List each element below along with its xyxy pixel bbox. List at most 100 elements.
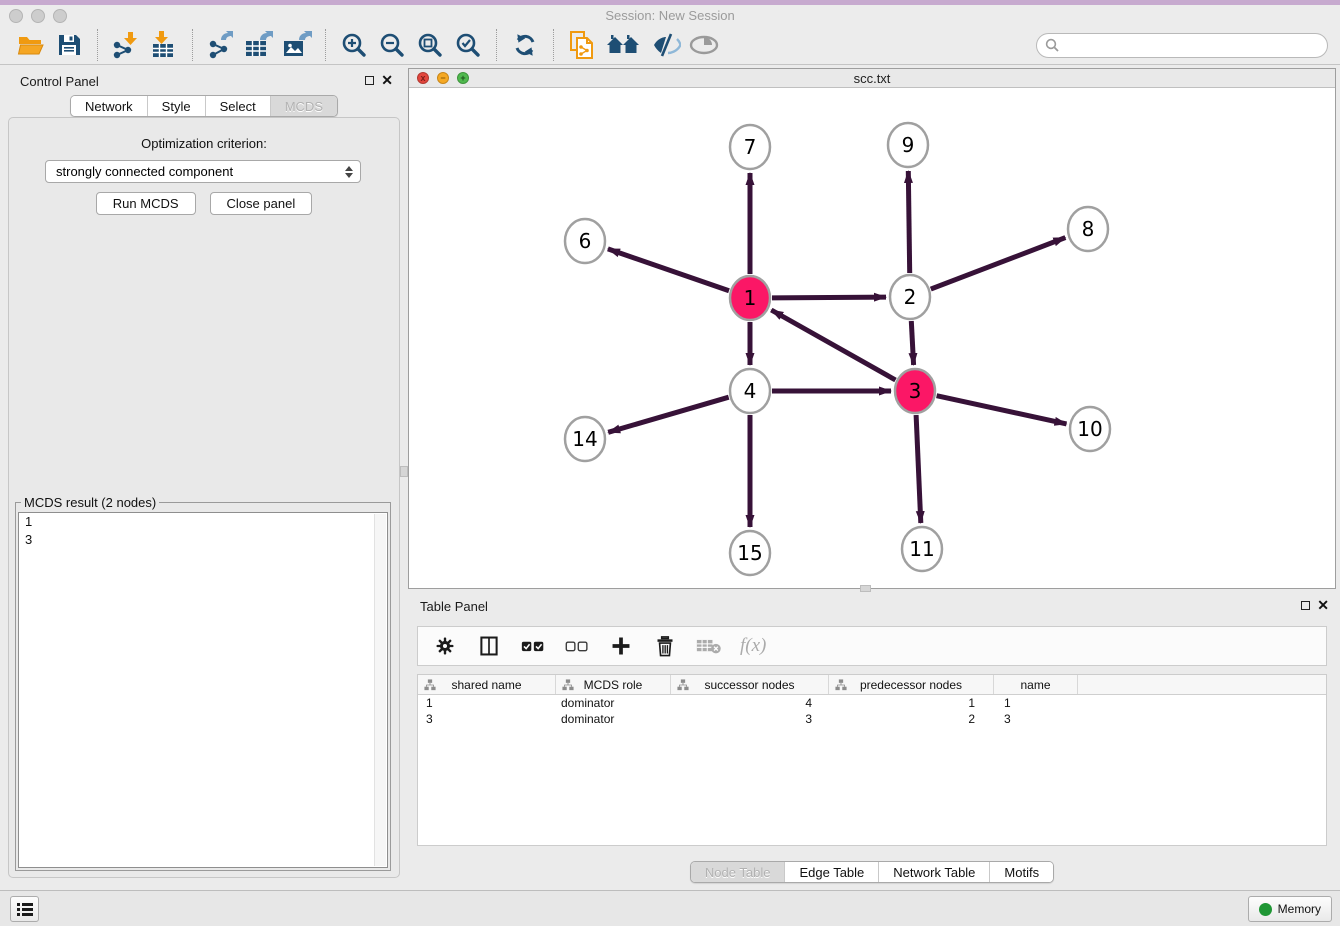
window-title: Session: New Session [0,8,1340,23]
tab-network-table[interactable]: Network Table [878,862,989,882]
export-image-button[interactable] [281,29,313,61]
graph-node-label-9: 9 [902,133,915,157]
cell-mcds-role[interactable]: dominator [556,695,671,711]
graph-edge-3-11[interactable] [916,415,921,523]
float-panel-icon[interactable] [365,76,374,85]
graph-edge-4-14[interactable] [608,397,729,432]
cell-shared-name[interactable]: 3 [418,711,556,727]
mcds-result-line: 1 [19,513,387,531]
graph-node-label-11: 11 [909,537,934,561]
graph-node-label-7: 7 [744,135,757,159]
hide-panels-button[interactable] [650,29,682,61]
select-all-columns-icon[interactable] [520,633,546,659]
table-row[interactable]: 3 dominator 3 2 3 [418,711,1326,727]
main-toolbar [0,26,1340,65]
mcds-result-title: MCDS result (2 nodes) [21,495,159,510]
zoom-out-button[interactable] [376,29,408,61]
criterion-dropdown[interactable]: strongly connected component [45,160,361,183]
delete-column-trash-icon[interactable] [652,633,678,659]
zoom-fit-button[interactable] [414,29,446,61]
graph-node-label-3: 3 [909,379,922,403]
table-panel-header: Table Panel ✕ [408,593,1336,619]
graph-node-label-15: 15 [737,541,762,565]
cell-name[interactable]: 1 [994,695,1078,711]
column-header-shared-name[interactable]: shared name [418,675,556,694]
tab-style[interactable]: Style [147,96,205,116]
cell-successor-nodes[interactable]: 3 [671,711,829,727]
toolbar-separator [192,29,193,61]
refresh-view-button[interactable] [509,29,541,61]
delete-table-icon [696,633,722,659]
close-panel-icon[interactable]: ✕ [1317,597,1329,614]
application-window: Session: New Session [0,0,1340,926]
table-settings-gear-icon[interactable] [432,633,458,659]
vertical-split-handle[interactable] [400,466,408,477]
tab-select[interactable]: Select [205,96,270,116]
tab-network[interactable]: Network [71,96,147,116]
export-table-button[interactable] [243,29,275,61]
column-header-successor-nodes[interactable]: successor nodes [671,675,829,694]
tab-mcds[interactable]: MCDS [270,96,337,116]
mcds-panel-content: Optimization criterion: strongly connect… [8,117,400,878]
run-mcds-button[interactable]: Run MCDS [96,192,196,215]
home-button[interactable] [604,29,644,61]
tab-edge-table[interactable]: Edge Table [784,862,878,882]
cell-shared-name[interactable]: 1 [418,695,556,711]
dropdown-stepper-icon [342,164,356,180]
memory-button[interactable]: Memory [1248,896,1332,922]
table-header-row: shared name MCDS role successor nodes pr… [418,675,1326,695]
zoom-in-button[interactable] [338,29,370,61]
deselect-all-columns-icon[interactable] [564,633,590,659]
search-input[interactable] [1064,38,1319,53]
graph-edge-1-6[interactable] [608,249,729,291]
graph-edge-2-9[interactable] [908,171,909,273]
cell-predecessor-nodes[interactable]: 1 [829,695,994,711]
toolbar-separator [97,29,98,61]
open-file-button[interactable] [15,29,47,61]
cell-predecessor-nodes[interactable]: 2 [829,711,994,727]
tab-node-table[interactable]: Node Table [691,862,785,882]
cell-successor-nodes[interactable]: 4 [671,695,829,711]
column-header-name[interactable]: name [994,675,1078,694]
network-document-button[interactable] [566,29,598,61]
table-toolbar: f(x) [417,626,1327,666]
list-icon [16,901,34,917]
table-row[interactable]: 1 dominator 4 1 1 [418,695,1326,711]
horizontal-split-handle[interactable] [860,585,871,592]
close-panel-button[interactable]: Close panel [210,192,313,215]
save-session-button[interactable] [53,29,85,61]
network-canvas[interactable]: 7968124314101511 [409,88,1335,588]
optimization-criterion-label: Optimization criterion: [9,136,399,151]
graph-node-label-8: 8 [1082,217,1095,241]
network-window: x − + scc.txt 7968124314101511 [408,68,1336,589]
column-header-predecessor-nodes[interactable]: predecessor nodes [829,675,994,694]
column-type-icon [424,679,436,691]
mcds-result-fieldset: MCDS result (2 nodes) 1 3 [15,495,391,871]
mcds-result-box: 1 3 [18,512,388,868]
show-column-panel-icon[interactable] [476,633,502,659]
graph-node-label-10: 10 [1077,417,1102,441]
tab-motifs[interactable]: Motifs [989,862,1053,882]
table-panel-tabs: Node Table Edge Table Network Table Moti… [690,861,1054,883]
zoom-selected-button[interactable] [452,29,484,61]
search-icon [1045,38,1059,52]
column-type-icon [562,679,574,691]
titlebar: Session: New Session [0,5,1340,26]
node-table: shared name MCDS role successor nodes pr… [417,674,1327,846]
import-table-button[interactable] [148,29,180,61]
export-network-button[interactable] [205,29,237,61]
graph-edge-3-1[interactable] [771,310,895,380]
graph-edge-3-10[interactable] [937,396,1067,424]
create-column-plus-icon[interactable] [608,633,634,659]
graph-edge-2-3[interactable] [911,321,913,365]
result-scrollbar[interactable] [374,514,386,866]
task-history-button[interactable] [10,896,39,922]
close-panel-icon[interactable]: ✕ [381,72,393,89]
import-network-button[interactable] [110,29,142,61]
cell-mcds-role[interactable]: dominator [556,711,671,727]
float-panel-icon[interactable] [1301,601,1310,610]
graph-edge-1-2[interactable] [772,297,886,298]
column-header-mcds-role[interactable]: MCDS role [556,675,671,694]
cell-name[interactable]: 3 [994,711,1078,727]
graph-edge-2-8[interactable] [931,238,1066,290]
